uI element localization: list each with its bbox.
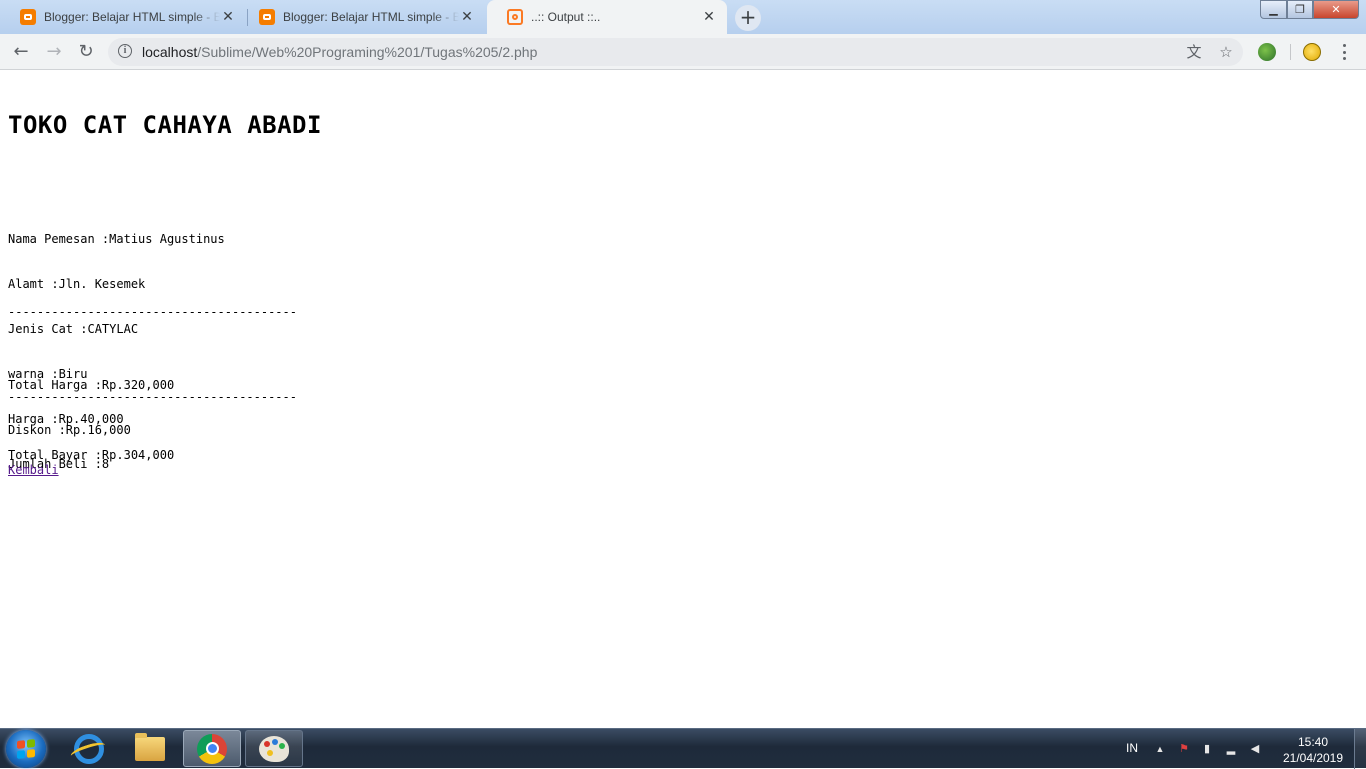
tab-blogger-1[interactable]: Blogger: Belajar HTML simple - B ✕ [0, 0, 246, 34]
paint-icon [259, 735, 289, 762]
tab-close-icon[interactable]: ✕ [459, 9, 475, 25]
info-icon[interactable]: i [118, 44, 132, 58]
chrome-icon [197, 733, 227, 764]
discount-line: Diskon :Rp.16,000 [8, 423, 131, 437]
address-url[interactable]: localhost/Sublime/Web%20Programing%201/T… [142, 44, 537, 60]
minimize-button[interactable]: ▁ [1260, 0, 1287, 19]
show-hidden-icons-icon[interactable]: ▲ [1153, 742, 1167, 756]
extension-globe-icon[interactable] [1258, 43, 1276, 61]
file-explorer-icon [135, 732, 165, 761]
separator-line: ---------------------------------------- [8, 390, 297, 404]
taskbar: IN ▲ ⚑ ▮ ▂ ◀ 15:40 21/04/2019 [0, 728, 1366, 769]
url-host: localhost [142, 44, 198, 60]
blogger-icon [259, 9, 275, 25]
taskbar-paint[interactable] [245, 730, 303, 767]
back-link[interactable]: Kembali [8, 463, 59, 478]
start-button[interactable] [6, 730, 46, 768]
page-content: TOKO CAT CAHAYA ABADI Nama Pemesan :Mati… [0, 71, 1366, 728]
back-arrow-icon[interactable]: ← [9, 40, 33, 64]
tab-strip: Blogger: Belajar HTML simple - B ✕ Blogg… [0, 0, 1366, 34]
bookmark-star-icon[interactable]: ☆ [1217, 43, 1235, 61]
blogger-icon [20, 9, 36, 25]
language-indicator[interactable]: IN [1126, 741, 1138, 755]
reload-icon[interactable]: ↻ [74, 40, 98, 64]
clock-date: 21/04/2019 [1282, 751, 1344, 765]
network-signal-icon[interactable]: ▂ [1224, 742, 1238, 756]
taskbar-file-explorer[interactable] [121, 730, 179, 767]
tab-blogger-2[interactable]: Blogger: Belajar HTML simple - B ✕ [239, 0, 485, 34]
xampp-icon [507, 9, 523, 25]
tab-close-icon[interactable]: ✕ [701, 9, 717, 25]
tab-output[interactable]: ..:: Output ::.. ✕ [487, 0, 727, 34]
page-title: TOKO CAT CAHAYA ABADI [8, 111, 322, 139]
extension-norton-icon[interactable] [1303, 43, 1321, 61]
total-payment-line: Total Bayar :Rp.304,000 [8, 448, 175, 462]
tab-title: ..:: Output ::.. [531, 10, 601, 24]
url-path: /Sublime/Web%20Programing%201/Tugas%205/… [197, 44, 538, 60]
clock-time: 15:40 [1297, 735, 1329, 749]
order-line-name: Nama Pemesan :Matius Agustinus [8, 232, 225, 246]
translate-icon[interactable]: 文 [1185, 43, 1203, 61]
tab-close-icon[interactable]: ✕ [220, 9, 236, 25]
show-desktop-button[interactable] [1354, 729, 1366, 769]
internet-explorer-icon [74, 733, 104, 764]
window-controls: ▁ ❐ ✕ [1260, 0, 1359, 20]
action-center-flag-icon[interactable]: ⚑ [1177, 742, 1191, 756]
taskbar-chrome[interactable] [183, 730, 241, 767]
maximize-button[interactable]: ❐ [1287, 0, 1313, 19]
forward-arrow-icon[interactable]: → [42, 40, 66, 64]
taskbar-internet-explorer[interactable] [60, 730, 118, 767]
battery-icon[interactable]: ▮ [1200, 742, 1214, 756]
close-window-button[interactable]: ✕ [1313, 0, 1359, 19]
plus-icon[interactable]: + [735, 5, 761, 31]
tab-title: Blogger: Belajar HTML simple - B [283, 10, 459, 24]
system-clock[interactable]: 15:40 21/04/2019 [1278, 734, 1348, 766]
address-bar[interactable]: i localhost/Sublime/Web%20Programing%201… [108, 38, 1243, 66]
toolbar-divider [1290, 44, 1291, 60]
order-line-paint-type: Jenis Cat :CATYLAC [8, 322, 139, 336]
tab-title: Blogger: Belajar HTML simple - B [44, 10, 220, 24]
browser-toolbar: ← → ↻ i localhost/Sublime/Web%20Programi… [0, 34, 1366, 70]
menu-kebab-icon[interactable] [1336, 42, 1352, 62]
windows-logo-icon [17, 739, 35, 759]
order-line-address: Alamt :Jln. Kesemek [8, 277, 146, 291]
separator-line: ---------------------------------------- [8, 305, 297, 319]
volume-muted-icon[interactable]: ◀ [1248, 742, 1262, 756]
